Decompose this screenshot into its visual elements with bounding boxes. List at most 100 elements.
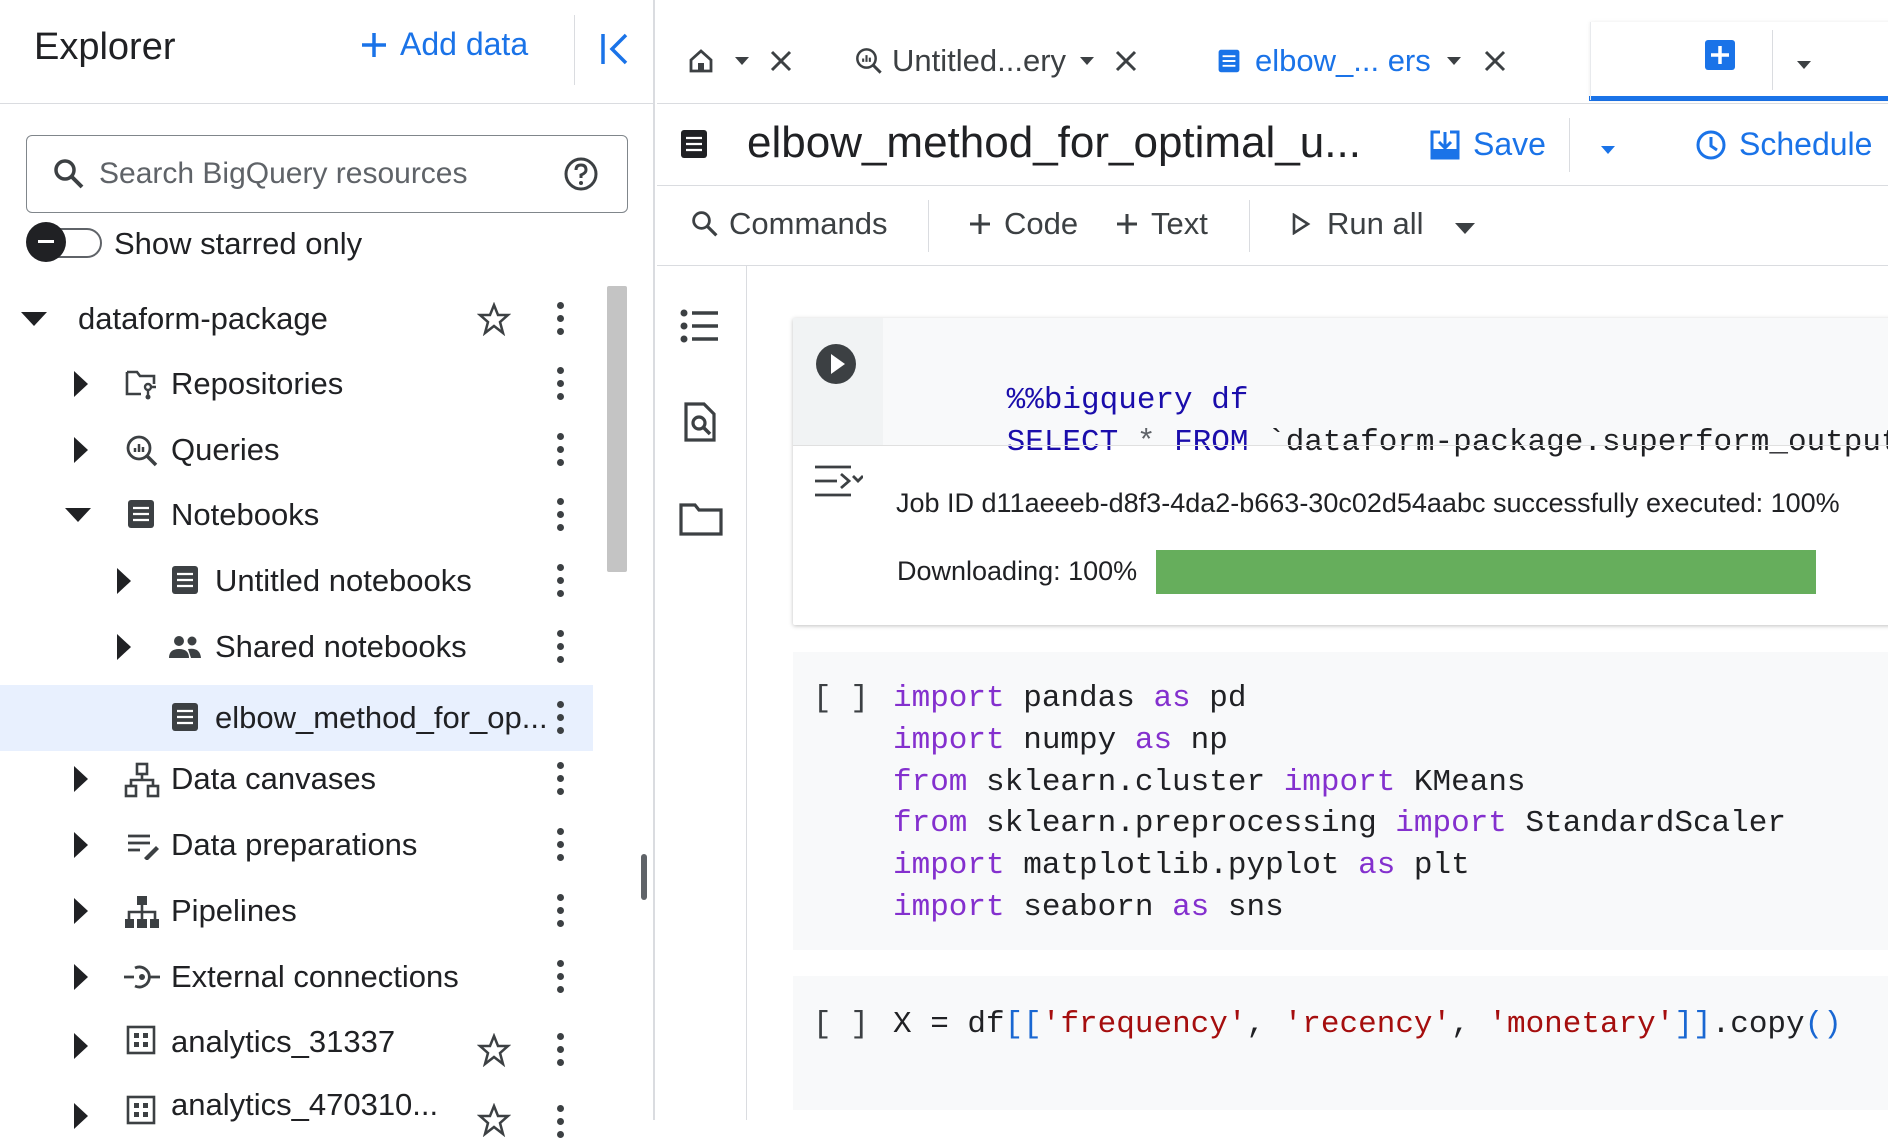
- run-cell-icon[interactable]: [814, 342, 858, 386]
- more-options-icon[interactable]: [556, 564, 566, 598]
- more-options-icon[interactable]: [556, 762, 566, 796]
- more-tabs-dropdown[interactable]: [1797, 56, 1811, 74]
- chevron-right-icon[interactable]: [117, 568, 131, 594]
- tab-divider: [1592, 22, 1593, 96]
- commands-button[interactable]: Commands: [691, 206, 888, 242]
- chevron-right-icon[interactable]: [74, 964, 88, 990]
- query-icon: [124, 433, 160, 469]
- chevron-down-icon[interactable]: [1080, 57, 1095, 65]
- tree-item-repositories[interactable]: Repositories: [0, 351, 593, 417]
- tree-item-elbow-notebook[interactable]: elbow_method_for_op...: [0, 685, 593, 751]
- run-options-dropdown[interactable]: [1455, 221, 1475, 239]
- close-icon[interactable]: [1483, 49, 1507, 73]
- data-prep-icon: [126, 832, 160, 860]
- toolbar-divider: [928, 200, 929, 252]
- pipeline-icon: [123, 894, 161, 930]
- more-options-icon[interactable]: [556, 630, 566, 664]
- add-text-button[interactable]: Text: [1115, 206, 1208, 242]
- star-icon[interactable]: [477, 1033, 511, 1067]
- table-of-contents-icon[interactable]: [680, 308, 720, 344]
- chevron-right-icon[interactable]: [74, 898, 88, 924]
- tab-home[interactable]: [687, 22, 793, 100]
- tab-bar: Untitled...ery elbow_... ers: [657, 0, 1888, 104]
- chevron-down-icon[interactable]: [735, 57, 749, 65]
- import-line: import numpy as np: [893, 723, 1228, 758]
- home-icon: [687, 47, 715, 75]
- more-options-icon[interactable]: [556, 960, 566, 994]
- tree-item-shared-notebooks[interactable]: Shared notebooks: [0, 614, 593, 680]
- tree-item-data-preparations[interactable]: Data preparations: [0, 812, 593, 878]
- show-starred-toggle[interactable]: [26, 222, 102, 262]
- more-options-icon[interactable]: [556, 1033, 566, 1067]
- tree-item-label: analytics_470310...: [171, 1087, 439, 1122]
- more-options-icon[interactable]: [556, 498, 566, 532]
- notebook-title[interactable]: elbow_method_for_optimal_u...: [747, 118, 1361, 168]
- chevron-right-icon[interactable]: [74, 1033, 88, 1059]
- search-input[interactable]: [99, 150, 559, 198]
- notebook-side-rail: [657, 266, 747, 1120]
- add-code-button[interactable]: Code: [968, 206, 1078, 242]
- tab-untitled-query[interactable]: Untitled...ery: [854, 22, 1138, 100]
- collapse-output-icon[interactable]: [813, 460, 863, 502]
- add-data-button[interactable]: Add data: [360, 26, 528, 63]
- find-in-file-icon[interactable]: [682, 401, 718, 443]
- import-line: import pandas as pd: [893, 681, 1247, 716]
- chevron-right-icon[interactable]: [74, 1103, 88, 1129]
- chevron-down-icon[interactable]: [65, 508, 91, 522]
- more-options-icon[interactable]: [556, 701, 566, 735]
- chevron-down-icon[interactable]: [21, 312, 47, 326]
- search-box[interactable]: [26, 135, 628, 213]
- save-button[interactable]: Save: [1429, 126, 1546, 163]
- more-options-icon[interactable]: [556, 302, 566, 336]
- dataset-icon: [126, 1095, 156, 1125]
- more-options-icon[interactable]: [556, 894, 566, 928]
- tree-item-analytics-31337[interactable]: analytics_31337: [0, 1009, 593, 1075]
- tree-item-queries[interactable]: Queries: [0, 417, 593, 483]
- tree-item-label: Notebooks: [171, 497, 320, 532]
- chevron-down-icon[interactable]: [1446, 57, 1461, 65]
- chevron-right-icon[interactable]: [117, 634, 131, 660]
- code-cell-imports[interactable]: [ ] import pandas as pd import numpy as …: [793, 652, 1888, 950]
- more-options-icon[interactable]: [556, 1105, 566, 1139]
- notebook-icon: [679, 128, 709, 160]
- output-divider: [793, 445, 1888, 446]
- plus-icon: [1115, 212, 1139, 236]
- chevron-right-icon[interactable]: [74, 437, 88, 463]
- tab-elbow-notebook[interactable]: elbow_... ers: [1217, 22, 1507, 100]
- more-options-icon[interactable]: [556, 433, 566, 467]
- plus-icon: [360, 31, 388, 59]
- tree-scrollbar[interactable]: [607, 286, 627, 572]
- tree-item-pipelines[interactable]: Pipelines: [0, 878, 593, 944]
- collapse-panel-icon[interactable]: [600, 32, 632, 66]
- chevron-right-icon[interactable]: [74, 766, 88, 792]
- code-cell-feature-select[interactable]: [ ] X = df[['frequency', 'recency', 'mon…: [793, 976, 1888, 1110]
- tree-item-analytics-470310[interactable]: analytics_470310...: [0, 1075, 593, 1141]
- new-tab-button[interactable]: [1704, 39, 1736, 71]
- active-tab-indicator: [1589, 96, 1888, 101]
- notebook-cells: %%bigquery df SELECT * FROM `dataform-pa…: [748, 266, 1888, 1120]
- header-divider: [1569, 118, 1570, 172]
- star-icon[interactable]: [477, 1103, 511, 1137]
- close-icon[interactable]: [769, 49, 793, 73]
- tab-label: elbow_... ers: [1255, 43, 1431, 78]
- help-icon[interactable]: [563, 156, 599, 192]
- close-icon[interactable]: [1114, 49, 1138, 73]
- folder-icon[interactable]: [679, 502, 723, 536]
- tree-item-external-connections[interactable]: External connections: [0, 944, 593, 1010]
- schedule-button[interactable]: Schedule: [1695, 126, 1872, 163]
- tree-item-data-canvases[interactable]: Data canvases: [0, 746, 593, 812]
- more-options-icon[interactable]: [556, 828, 566, 862]
- tree-item-notebooks[interactable]: Notebooks: [0, 482, 593, 548]
- tree-item-dataform-package[interactable]: dataform-package: [0, 286, 593, 352]
- tree-item-untitled-notebooks[interactable]: Untitled notebooks: [0, 548, 593, 614]
- code-cell-bigquery[interactable]: %%bigquery df SELECT * FROM `dataform-pa…: [793, 318, 1888, 625]
- panel-resize-handle[interactable]: [641, 854, 647, 900]
- run-all-button[interactable]: Run all: [1291, 206, 1424, 242]
- more-options-icon[interactable]: [556, 367, 566, 401]
- star-icon[interactable]: [477, 302, 511, 336]
- chevron-right-icon[interactable]: [74, 832, 88, 858]
- chevron-right-icon[interactable]: [74, 371, 88, 397]
- notebook-icon: [170, 564, 200, 596]
- save-options-dropdown[interactable]: [1601, 141, 1615, 159]
- plus-icon: [968, 212, 992, 236]
